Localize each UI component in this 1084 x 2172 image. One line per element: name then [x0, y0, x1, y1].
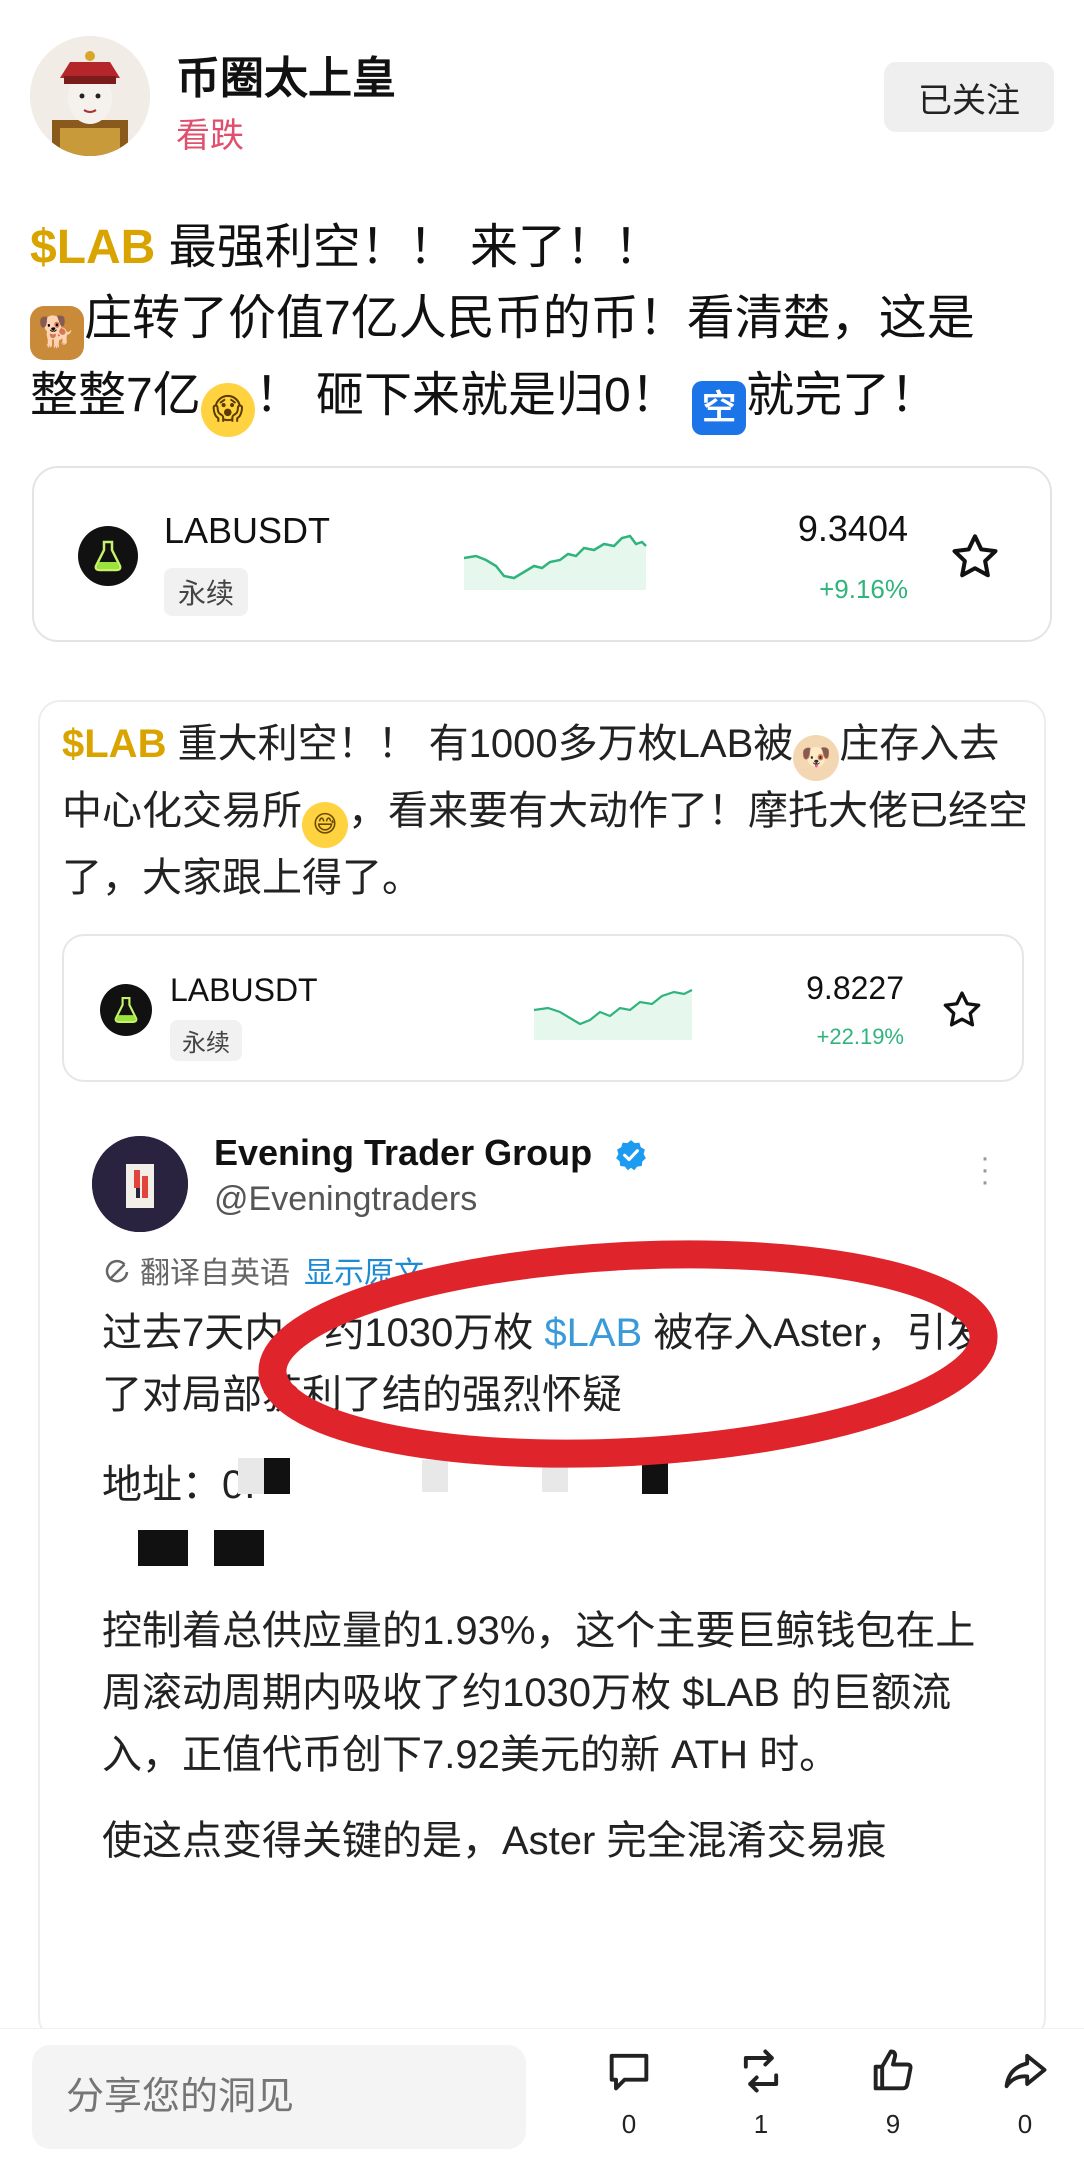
quoted-text-a: 重大利空！！ 有1000多万枚LAB被	[166, 722, 794, 766]
post-text: $LAB 最强利空！！ 来了！！ 🐕 庄转了价值7亿人民币的币！看清楚，这是 整整…	[30, 212, 1054, 437]
follow-button[interactable]: 已关注	[884, 62, 1054, 132]
post-line-3-text-a: 整整7亿	[30, 369, 201, 422]
kong-emoji-icon: 空	[692, 381, 747, 435]
post-line-3: 整整7亿 😱！ 砸下来就是归0！ 空就完了！	[30, 360, 1054, 437]
ticker-type-badge: 永续	[164, 568, 249, 616]
comment-count: 0	[621, 2109, 637, 2139]
quoted-ticker-symbol: LABUSDT	[170, 972, 318, 1008]
quoted-ticker-change: +22.19%	[816, 1024, 904, 1049]
sparkline-chart	[464, 534, 647, 590]
more-icon: · · ·	[980, 1141, 990, 1198]
ticker-price: 9.3404	[797, 508, 908, 549]
tweet-address-label: 地址：0.	[102, 1463, 256, 1507]
quoted-sparkline-chart	[534, 989, 693, 1040]
quoted-ticker-type-badge: 永续	[170, 1020, 242, 1061]
translate-icon	[105, 1259, 129, 1283]
sentiment-label: 看跌	[176, 117, 244, 155]
post-line-2: 🐕 庄转了价值7亿人民币的币！看清楚，这是	[30, 283, 1054, 360]
show-original-link: 显示原文	[304, 1257, 424, 1290]
tweet-p1-text-a: 过去7天内，约1030万枚	[102, 1311, 545, 1355]
share-button[interactable]: 0	[980, 2045, 1070, 2165]
share-count: 0	[1017, 2109, 1033, 2139]
translate-label: 翻译自英语	[140, 1257, 290, 1290]
like-button[interactable]: 9	[848, 2045, 938, 2165]
author-name[interactable]: 币圈太上皇	[176, 42, 396, 106]
comment-input[interactable]	[32, 2045, 526, 2149]
tweet-avatar	[92, 1136, 188, 1232]
avatar[interactable]	[30, 36, 150, 156]
quoted-ticker-card[interactable]: LABUSDT 永续 9.8227 +22.19%	[62, 934, 1024, 1082]
tweet-handle: @Eveningtraders	[214, 1180, 478, 1218]
like-count: 9	[885, 2109, 901, 2139]
quoted-ticker-price: 9.8227	[806, 970, 904, 1006]
ticker-change: +9.16%	[819, 574, 908, 604]
lab-coin-icon	[78, 526, 138, 586]
tweet-p1-cashtag: $LAB	[544, 1311, 643, 1355]
tweet-p2-cashtag: $LAB	[682, 1671, 780, 1715]
tweet-screenshot: Evening Trader Group @Eveningtraders · · ·…	[62, 1122, 1024, 2038]
like-icon	[873, 2049, 913, 2091]
bottom-action-bar: 0 1 9 0	[0, 2028, 1084, 2172]
cashtag-lab[interactable]: $LAB	[30, 221, 155, 274]
tweet-paragraph-1: 过去7天内，约1030万枚 $LAB 被存入Aster，引发了对局部获利了结的强…	[102, 1302, 1002, 1426]
post-header: 币圈太上皇 看跌 已关注	[0, 0, 1084, 190]
sweat-smile-emoji-icon: 😅	[302, 802, 348, 848]
post-line-1: $LAB 最强利空！！ 来了！！	[30, 212, 1054, 283]
repost-icon	[743, 2049, 779, 2093]
tweet-author-name: Evening Trader Group	[214, 1132, 593, 1173]
star-icon[interactable]	[948, 530, 1002, 584]
tweet-paragraph-3: 使这点变得关键的是，Aster 完全混淆交易痕	[102, 1819, 887, 1863]
comment-button[interactable]: 0	[584, 2045, 674, 2165]
quoted-post-card[interactable]: $LAB 重大利空！！ 有1000多万枚LAB被 🐶 庄存入去中心化交易所 😅 ，看来要…	[38, 700, 1046, 2040]
tweet-address-redacted: 地址：0.	[102, 1452, 1002, 1582]
post-line-2-text: 庄转了价值7亿人民币的币！看清楚，这是	[84, 292, 975, 345]
quoted-post-text: $LAB 重大利空！！ 有1000多万枚LAB被 🐶 庄存入去中心化交易所 😅 ，看来要…	[62, 714, 1032, 908]
post-line-3-text-b: ！ 砸下来就是归0！	[254, 369, 693, 422]
scream-emoji-icon: 😱	[200, 383, 255, 437]
share-icon	[1004, 2053, 1047, 2089]
ticker-symbol: LABUSDT	[164, 510, 331, 551]
comment-icon	[609, 2053, 649, 2091]
lab-coin-icon	[100, 984, 152, 1036]
quoted-cashtag-lab[interactable]: $LAB	[62, 722, 166, 766]
repost-button[interactable]: 1	[716, 2045, 806, 2165]
dog-emoji-icon: 🐕	[30, 306, 84, 360]
verified-icon	[616, 1140, 646, 1171]
ticker-card-labusdt[interactable]: LABUSDT 永续 9.3404 +9.16%	[32, 466, 1052, 642]
dog-face-emoji-icon: 🐶	[793, 735, 840, 781]
tweet-paragraph-2: 控制着总供应量的1.93%，这个主要巨鲸钱包在上周滚动周期内吸收了约1030万枚…	[102, 1600, 1002, 1786]
star-icon[interactable]	[940, 988, 984, 1032]
translate-row: 翻译自英语 显示原文	[102, 1248, 424, 1292]
post-line-3-text-c: 就完了！	[746, 369, 939, 422]
post-line-1-text: 最强利空！！ 来了！！	[155, 221, 663, 274]
repost-count: 1	[753, 2109, 769, 2139]
